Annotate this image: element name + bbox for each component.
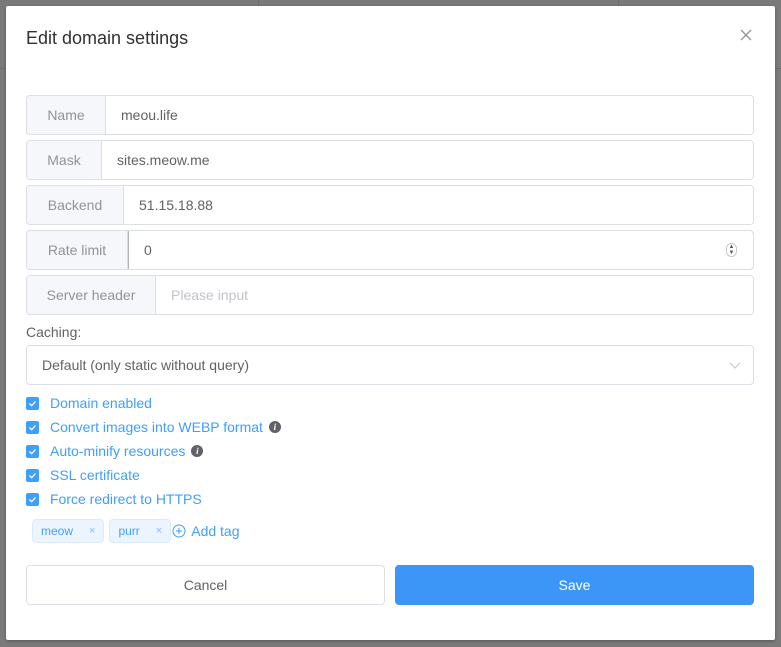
- tag-label: purr: [118, 524, 140, 538]
- check-icon: [29, 496, 36, 503]
- tag-label: meow: [41, 524, 74, 538]
- server-header-field: Server header: [26, 275, 754, 315]
- backend-field: Backend: [26, 185, 754, 225]
- tags-list: meow × purr × Add tag: [32, 519, 240, 543]
- tag: meow ×: [32, 519, 105, 543]
- rate-limit-number-wrapper: ▲ ▼: [128, 231, 753, 269]
- option-auto-minify[interactable]: Auto-minify resources i: [26, 439, 281, 463]
- option-label: Auto-minify resources: [50, 443, 186, 459]
- plus-circle-icon: [172, 524, 186, 538]
- tag-remove-icon[interactable]: ×: [156, 525, 162, 537]
- rate-limit-label: Rate limit: [27, 231, 128, 269]
- check-icon: [29, 400, 36, 407]
- check-icon: [29, 424, 36, 431]
- rate-limit-input[interactable]: [129, 231, 726, 269]
- close-button[interactable]: [737, 26, 755, 44]
- checkbox-checked[interactable]: [26, 396, 39, 410]
- checkbox-checked[interactable]: [26, 468, 39, 482]
- caching-select[interactable]: Default (only static without query): [26, 345, 754, 385]
- info-icon[interactable]: i: [268, 421, 281, 433]
- edit-domain-dialog: Edit domain settings Name Mask Backend R…: [6, 6, 775, 640]
- backend-input[interactable]: [124, 186, 753, 224]
- check-icon: [29, 448, 36, 455]
- rate-limit-stepper[interactable]: ▲ ▼: [726, 243, 737, 257]
- add-tag-label: Add tag: [191, 523, 240, 539]
- option-label: SSL certificate: [50, 467, 140, 483]
- info-icon[interactable]: i: [191, 445, 204, 457]
- option-label: Convert images into WEBP format: [50, 419, 263, 435]
- name-field: Name: [26, 95, 754, 135]
- check-icon: [29, 472, 36, 479]
- name-label: Name: [27, 96, 106, 134]
- cancel-button[interactable]: Cancel: [26, 565, 385, 605]
- mask-label: Mask: [27, 141, 102, 179]
- options-list: Domain enabled Convert images into WEBP …: [26, 391, 281, 511]
- mask-input[interactable]: [102, 141, 753, 179]
- option-label: Domain enabled: [50, 395, 152, 411]
- chevron-down-icon: [729, 362, 741, 369]
- save-button[interactable]: Save: [395, 565, 754, 605]
- option-label: Force redirect to HTTPS: [50, 491, 202, 507]
- option-convert-webp[interactable]: Convert images into WEBP format i: [26, 415, 281, 439]
- checkbox-checked[interactable]: [26, 420, 39, 434]
- server-header-input[interactable]: [156, 276, 753, 314]
- decrement-icon[interactable]: ▼: [729, 250, 735, 256]
- rate-limit-field: Rate limit ▲ ▼: [26, 230, 754, 270]
- backend-label: Backend: [27, 186, 124, 224]
- mask-field: Mask: [26, 140, 754, 180]
- tag: purr ×: [109, 519, 172, 543]
- name-input[interactable]: [106, 96, 753, 134]
- option-force-https[interactable]: Force redirect to HTTPS: [26, 487, 281, 511]
- caching-selected-value: Default (only static without query): [42, 357, 249, 373]
- add-tag-button[interactable]: Add tag: [172, 523, 240, 539]
- caching-label: Caching:: [26, 324, 82, 340]
- option-ssl-certificate[interactable]: SSL certificate: [26, 463, 281, 487]
- close-icon: [740, 29, 752, 41]
- checkbox-checked[interactable]: [26, 492, 39, 506]
- dialog-title: Edit domain settings: [26, 28, 189, 48]
- option-domain-enabled[interactable]: Domain enabled: [26, 391, 281, 415]
- checkbox-checked[interactable]: [26, 444, 39, 458]
- tag-remove-icon[interactable]: ×: [89, 525, 95, 537]
- server-header-label: Server header: [27, 276, 156, 314]
